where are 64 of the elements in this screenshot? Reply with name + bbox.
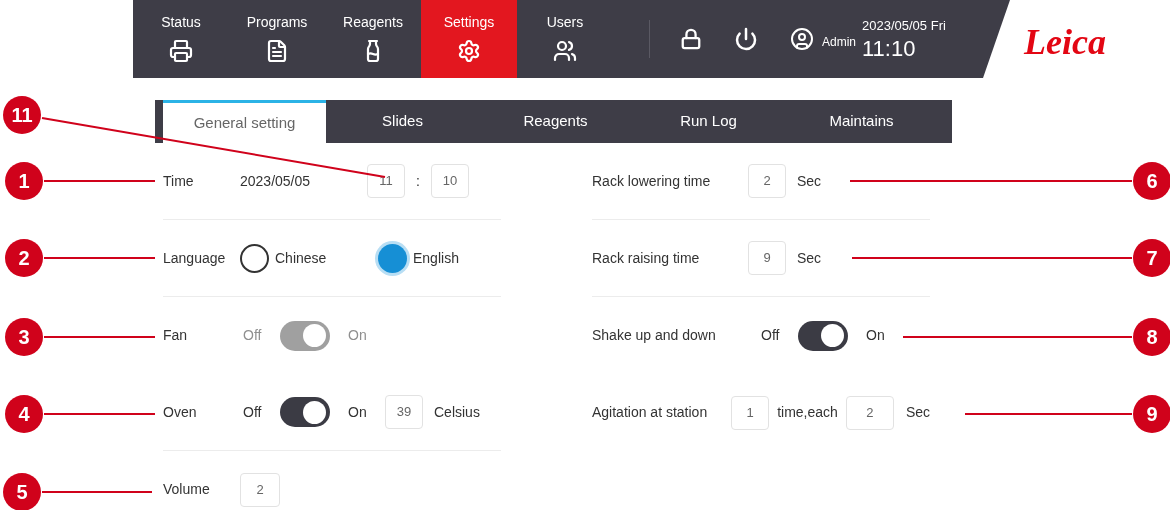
- radio-option[interactable]: Chinese: [240, 243, 378, 273]
- setting-label: Fan: [163, 326, 189, 345]
- callout-number: 4: [5, 395, 43, 433]
- unit-label: Sec: [797, 248, 822, 268]
- unit-label: Sec: [797, 171, 822, 191]
- number-field[interactable]: 2: [845, 395, 894, 430]
- number-field[interactable]: 2: [240, 472, 280, 507]
- setting-label: Rack raising time: [592, 248, 701, 268]
- user-name: Admin: [822, 34, 856, 51]
- sub-tab[interactable]: Maintains: [785, 100, 938, 143]
- off-label: Off: [243, 326, 263, 345]
- lock-icon[interactable]: [680, 28, 702, 50]
- sub-tab[interactable]: Run Log: [632, 100, 785, 143]
- brand-logo: Leica: [1024, 22, 1106, 62]
- setting-label: Shake up and down: [592, 326, 717, 345]
- callout-number: 7: [1133, 239, 1170, 277]
- date-text: 2023/05/05: [240, 171, 312, 191]
- date-text: 2023/05/05 Fri: [862, 17, 946, 35]
- setting-label: Rack lowering time: [592, 171, 712, 191]
- callout-number: 9: [1133, 395, 1170, 433]
- sub-tab[interactable]: General setting: [163, 100, 326, 143]
- printer-icon: [169, 39, 193, 63]
- callout-number: 3: [5, 318, 43, 356]
- setting-label: Oven: [163, 402, 198, 422]
- sub-tab[interactable]: Reagents: [479, 100, 632, 143]
- off-label: Off: [243, 402, 263, 422]
- callout-number: 5: [3, 473, 41, 510]
- nav-tab[interactable]: Status: [133, 0, 229, 78]
- power-icon[interactable]: [734, 27, 758, 51]
- number-field[interactable]: 9: [748, 241, 786, 275]
- time-separator: :: [416, 171, 420, 191]
- settings-icon: [457, 39, 481, 63]
- callout-number: 8: [1133, 318, 1170, 356]
- setting-label: Volume: [163, 480, 211, 499]
- callout-number: 1: [5, 162, 43, 200]
- setting-label: Agitation at station: [592, 403, 709, 422]
- number-field[interactable]: 2: [748, 164, 786, 198]
- radio-option[interactable]: English: [378, 243, 459, 273]
- on-label: On: [348, 326, 368, 345]
- nav-tab[interactable]: Programs: [229, 0, 325, 78]
- number-field[interactable]: 1: [731, 395, 770, 430]
- callout-number: 2: [5, 239, 43, 277]
- unit-label: Celsius: [434, 402, 480, 422]
- on-label: On: [866, 326, 886, 345]
- nav-tab[interactable]: Settings: [421, 0, 517, 78]
- setting-label: Time: [163, 171, 195, 191]
- toggle-switch[interactable]: [798, 320, 848, 351]
- sub-tab[interactable]: Slides: [326, 100, 479, 143]
- nav-tab[interactable]: Reagents: [325, 0, 421, 78]
- number-field[interactable]: 10: [430, 164, 469, 198]
- on-label: On: [348, 402, 368, 422]
- clock-text: 11:10: [862, 35, 917, 62]
- callout-number: 6: [1133, 162, 1170, 200]
- toggle-switch[interactable]: [280, 397, 330, 427]
- unit-label: Sec: [905, 403, 930, 422]
- times-label: time,each: [777, 403, 838, 422]
- setting-label: Language: [163, 248, 227, 268]
- nav-tab[interactable]: Users: [517, 0, 613, 78]
- users-icon: [553, 39, 577, 63]
- document-icon: [265, 39, 289, 63]
- off-label: Off: [761, 326, 781, 345]
- callout-number: 11: [3, 96, 41, 134]
- user-icon[interactable]: [790, 27, 814, 51]
- number-field[interactable]: 39: [385, 395, 423, 429]
